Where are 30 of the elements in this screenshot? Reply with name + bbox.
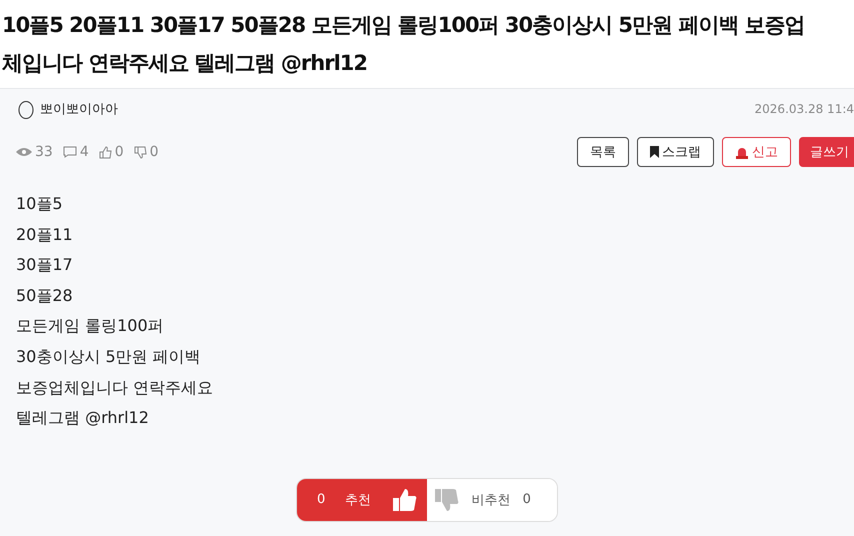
thumbs-down-icon <box>433 486 460 513</box>
body-text: 50플28 <box>16 284 74 307</box>
body-text: 10플5 <box>16 193 64 215</box>
post-date: 2026.03.28 11:4 <box>754 102 854 116</box>
body-text: 30플17 <box>16 254 74 276</box>
stat-count: 0 <box>114 144 124 160</box>
body-text: 텔레그램 @rhrl12 <box>16 407 150 430</box>
stat-count: 33 <box>35 144 53 160</box>
body-text: 모든게임 롤링100퍼 <box>16 315 165 338</box>
eye-icon <box>16 147 32 157</box>
siren-icon <box>735 146 749 158</box>
post-title: 10플5 20플11 30플17 50플28 모든게임 롤링100퍼 30충이상시 5만원 페이백 보증업 <box>2 12 806 39</box>
avatar-icon <box>18 99 34 119</box>
stat-count: 0 <box>150 144 159 160</box>
body-text: 보증업체입니다 연락주세요 <box>16 376 214 399</box>
comment-icon <box>62 146 77 158</box>
post-title: 체입니다 연락주세요 텔레그램 @rhrl12 <box>2 50 368 77</box>
list-button[interactable]: 목록 <box>577 137 629 167</box>
thumbs-down-icon <box>134 146 147 158</box>
thumbs-up-icon <box>98 146 112 158</box>
author-name[interactable]: 뽀이뽀이아아 <box>40 100 118 118</box>
upvote-button[interactable]: 0 추천 <box>297 478 427 521</box>
stat-count: 4 <box>80 144 89 160</box>
body-text: 20플11 <box>16 224 74 246</box>
report-button[interactable]: 신고 <box>722 137 791 167</box>
bookmark-icon <box>650 146 659 158</box>
thumbs-up-icon <box>391 486 418 513</box>
body-text: 30충이상시 5만원 페이백 <box>16 346 202 368</box>
write-button[interactable]: 글쓰기 <box>799 137 854 167</box>
scrap-button[interactable]: 스크랩 <box>637 137 714 167</box>
